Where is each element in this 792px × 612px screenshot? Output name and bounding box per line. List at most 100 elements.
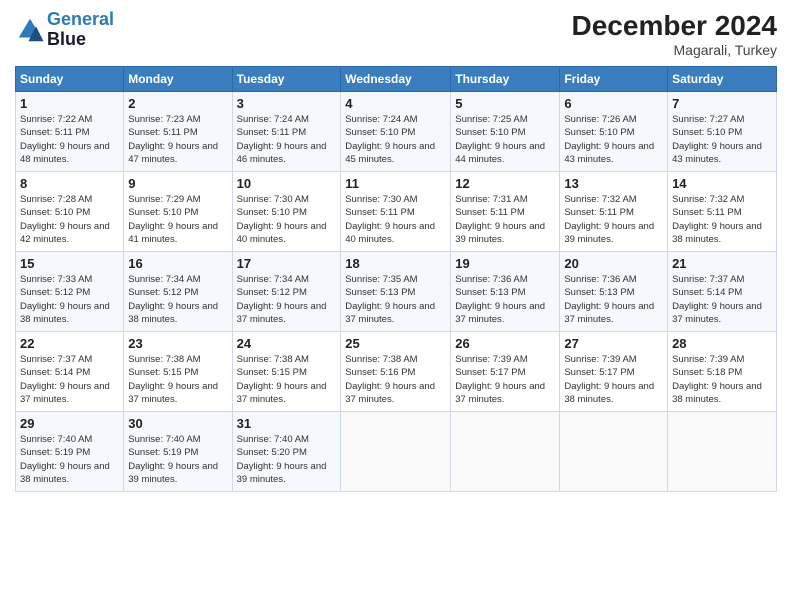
col-tuesday: Tuesday: [232, 67, 341, 92]
day-info: Sunrise: 7:38 AMSunset: 5:15 PMDaylight:…: [237, 353, 337, 406]
day-number: 15: [20, 256, 119, 271]
day-cell: [341, 412, 451, 492]
day-number: 9: [128, 176, 227, 191]
day-cell: [668, 412, 777, 492]
day-cell: 9 Sunrise: 7:29 AMSunset: 5:10 PMDaylight…: [124, 172, 232, 252]
day-cell: 11Sunrise: 7:30 AMSunset: 5:11 PMDayligh…: [341, 172, 451, 252]
day-info: Sunrise: 7:40 AMSunset: 5:20 PMDaylight:…: [237, 433, 337, 486]
day-info: Sunrise: 7:25 AMSunset: 5:10 PMDaylight:…: [455, 113, 555, 166]
week-row-3: 15 Sunrise: 7:33 AMSunset: 5:12 PMDayligh…: [16, 252, 777, 332]
day-info: Sunrise: 7:30 AMSunset: 5:10 PMDaylight:…: [237, 193, 337, 246]
day-cell: 23 Sunrise: 7:38 AMSunset: 5:15 PMDayligh…: [124, 332, 232, 412]
day-number: 20: [564, 256, 663, 271]
day-number: 7: [672, 96, 772, 111]
day-number: 3: [237, 96, 337, 111]
day-number: 5: [455, 96, 555, 111]
day-number: 4: [345, 96, 446, 111]
day-number: 24: [237, 336, 337, 351]
day-cell: 13Sunrise: 7:32 AMSunset: 5:11 PMDayligh…: [560, 172, 668, 252]
day-cell: 22Sunrise: 7:37 AMSunset: 5:14 PMDayligh…: [16, 332, 124, 412]
day-cell: 24 Sunrise: 7:38 AMSunset: 5:15 PMDayligh…: [232, 332, 341, 412]
day-info: Sunrise: 7:22 AMSunset: 5:11 PMDaylight:…: [20, 113, 119, 166]
day-number: 16: [128, 256, 227, 271]
week-row-2: 8Sunrise: 7:28 AMSunset: 5:10 PMDaylight…: [16, 172, 777, 252]
day-cell: 1Sunrise: 7:22 AMSunset: 5:11 PMDaylight…: [16, 92, 124, 172]
day-cell: 7 Sunrise: 7:27 AMSunset: 5:10 PMDaylight…: [668, 92, 777, 172]
day-number: 2: [128, 96, 227, 111]
day-info: Sunrise: 7:29 AMSunset: 5:10 PMDaylight:…: [128, 193, 227, 246]
day-cell: 29 Sunrise: 7:40 AMSunset: 5:19 PMDayligh…: [16, 412, 124, 492]
day-cell: 19 Sunrise: 7:36 AMSunset: 5:13 PMDayligh…: [451, 252, 560, 332]
day-cell: 21Sunrise: 7:37 AMSunset: 5:14 PMDayligh…: [668, 252, 777, 332]
day-cell: 6Sunrise: 7:26 AMSunset: 5:10 PMDaylight…: [560, 92, 668, 172]
day-cell: 18Sunrise: 7:35 AMSunset: 5:13 PMDayligh…: [341, 252, 451, 332]
col-wednesday: Wednesday: [341, 67, 451, 92]
logo-icon: [15, 15, 45, 45]
month-title: December 2024: [572, 10, 777, 42]
location: Magarali, Turkey: [572, 42, 777, 58]
day-cell: 17Sunrise: 7:34 AMSunset: 5:12 PMDayligh…: [232, 252, 341, 332]
logo: GeneralBlue: [15, 10, 114, 50]
logo-text: GeneralBlue: [47, 10, 114, 50]
day-number: 18: [345, 256, 446, 271]
col-thursday: Thursday: [451, 67, 560, 92]
day-cell: 10 Sunrise: 7:30 AMSunset: 5:10 PMDayligh…: [232, 172, 341, 252]
calendar-table: Sunday Monday Tuesday Wednesday Thursday…: [15, 66, 777, 492]
col-saturday: Saturday: [668, 67, 777, 92]
day-info: Sunrise: 7:31 AMSunset: 5:11 PMDaylight:…: [455, 193, 555, 246]
day-number: 23: [128, 336, 227, 351]
day-info: Sunrise: 7:36 AMSunset: 5:13 PMDaylight:…: [455, 273, 555, 326]
day-info: Sunrise: 7:34 AMSunset: 5:12 PMDaylight:…: [128, 273, 227, 326]
title-block: December 2024 Magarali, Turkey: [572, 10, 777, 58]
header-row: Sunday Monday Tuesday Wednesday Thursday…: [16, 67, 777, 92]
day-info: Sunrise: 7:38 AMSunset: 5:16 PMDaylight:…: [345, 353, 446, 406]
day-info: Sunrise: 7:40 AMSunset: 5:19 PMDaylight:…: [128, 433, 227, 486]
day-info: Sunrise: 7:40 AMSunset: 5:19 PMDaylight:…: [20, 433, 119, 486]
day-cell: 16 Sunrise: 7:34 AMSunset: 5:12 PMDayligh…: [124, 252, 232, 332]
day-info: Sunrise: 7:24 AMSunset: 5:10 PMDaylight:…: [345, 113, 446, 166]
week-row-4: 22Sunrise: 7:37 AMSunset: 5:14 PMDayligh…: [16, 332, 777, 412]
day-info: Sunrise: 7:38 AMSunset: 5:15 PMDaylight:…: [128, 353, 227, 406]
day-info: Sunrise: 7:37 AMSunset: 5:14 PMDaylight:…: [672, 273, 772, 326]
col-friday: Friday: [560, 67, 668, 92]
day-cell: 14Sunrise: 7:32 AMSunset: 5:11 PMDayligh…: [668, 172, 777, 252]
day-cell: 28Sunrise: 7:39 AMSunset: 5:18 PMDayligh…: [668, 332, 777, 412]
day-number: 31: [237, 416, 337, 431]
day-cell: 5 Sunrise: 7:25 AMSunset: 5:10 PMDaylight…: [451, 92, 560, 172]
day-info: Sunrise: 7:24 AMSunset: 5:11 PMDaylight:…: [237, 113, 337, 166]
day-cell: 20 Sunrise: 7:36 AMSunset: 5:13 PMDayligh…: [560, 252, 668, 332]
calendar-body: 1Sunrise: 7:22 AMSunset: 5:11 PMDaylight…: [16, 92, 777, 492]
day-cell: 25 Sunrise: 7:38 AMSunset: 5:16 PMDayligh…: [341, 332, 451, 412]
day-cell: 31 Sunrise: 7:40 AMSunset: 5:20 PMDayligh…: [232, 412, 341, 492]
day-number: 25: [345, 336, 446, 351]
day-number: 27: [564, 336, 663, 351]
day-number: 29: [20, 416, 119, 431]
week-row-1: 1Sunrise: 7:22 AMSunset: 5:11 PMDaylight…: [16, 92, 777, 172]
day-cell: 15 Sunrise: 7:33 AMSunset: 5:12 PMDayligh…: [16, 252, 124, 332]
day-number: 26: [455, 336, 555, 351]
day-cell: 12 Sunrise: 7:31 AMSunset: 5:11 PMDayligh…: [451, 172, 560, 252]
day-cell: [560, 412, 668, 492]
day-cell: 4 Sunrise: 7:24 AMSunset: 5:10 PMDaylight…: [341, 92, 451, 172]
day-number: 19: [455, 256, 555, 271]
day-cell: 30 Sunrise: 7:40 AMSunset: 5:19 PMDayligh…: [124, 412, 232, 492]
day-cell: 8Sunrise: 7:28 AMSunset: 5:10 PMDaylight…: [16, 172, 124, 252]
day-cell: 2 Sunrise: 7:23 AMSunset: 5:11 PMDaylight…: [124, 92, 232, 172]
col-sunday: Sunday: [16, 67, 124, 92]
day-number: 17: [237, 256, 337, 271]
day-number: 12: [455, 176, 555, 191]
day-info: Sunrise: 7:39 AMSunset: 5:17 PMDaylight:…: [564, 353, 663, 406]
day-cell: 26Sunrise: 7:39 AMSunset: 5:17 PMDayligh…: [451, 332, 560, 412]
day-info: Sunrise: 7:27 AMSunset: 5:10 PMDaylight:…: [672, 113, 772, 166]
day-info: Sunrise: 7:30 AMSunset: 5:11 PMDaylight:…: [345, 193, 446, 246]
day-info: Sunrise: 7:36 AMSunset: 5:13 PMDaylight:…: [564, 273, 663, 326]
col-monday: Monday: [124, 67, 232, 92]
header: GeneralBlue December 2024 Magarali, Turk…: [15, 10, 777, 58]
day-info: Sunrise: 7:23 AMSunset: 5:11 PMDaylight:…: [128, 113, 227, 166]
day-info: Sunrise: 7:32 AMSunset: 5:11 PMDaylight:…: [672, 193, 772, 246]
day-info: Sunrise: 7:33 AMSunset: 5:12 PMDaylight:…: [20, 273, 119, 326]
day-number: 22: [20, 336, 119, 351]
day-number: 10: [237, 176, 337, 191]
day-number: 30: [128, 416, 227, 431]
day-number: 6: [564, 96, 663, 111]
